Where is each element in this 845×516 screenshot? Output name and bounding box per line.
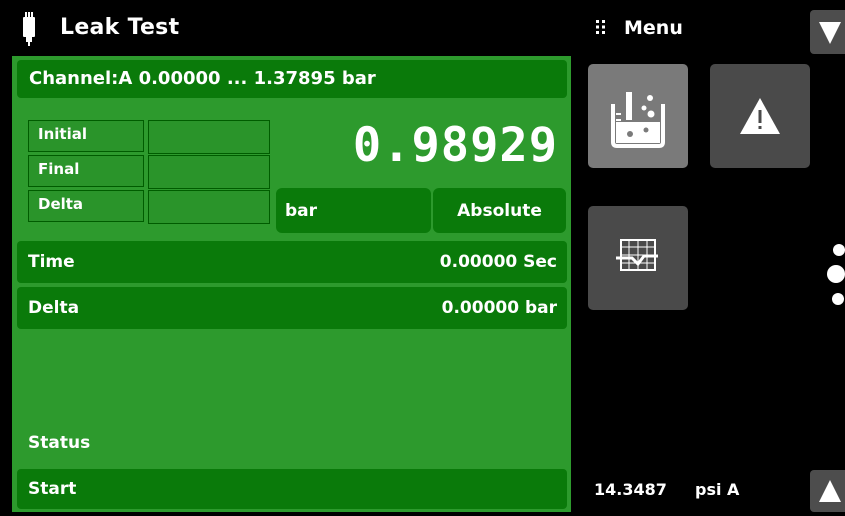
scroll-down-button[interactable] [810,10,845,54]
time-value: 0.00000 Sec [439,252,557,272]
unit-label: bar [285,201,318,221]
alarm-tile[interactable] [710,64,810,168]
triangle-up-icon [819,480,841,502]
chart-icon [616,239,658,271]
menu-button[interactable]: Menu [624,17,683,39]
page-dot[interactable] [833,244,845,256]
mode-button[interactable]: Absolute [433,188,566,233]
triangle-down-icon [819,22,841,44]
barometer-unit: psi A [695,480,740,499]
delta-row[interactable]: Delta 0.00000 bar [17,287,567,329]
warning-icon [740,98,780,134]
time-row[interactable]: Time 0.00000 Sec [17,241,567,283]
transducer-icon [23,12,35,46]
final-label: Final [28,155,144,187]
page-dot[interactable] [832,293,844,305]
barometer-value: 14.3487 [594,480,667,499]
delta-label: Delta [28,190,144,222]
status-label: Status [28,433,91,453]
page-dot-active[interactable] [827,265,845,283]
start-label: Start [28,479,77,499]
time-label: Time [28,252,75,272]
chart-tile[interactable] [588,206,688,310]
delta-value [148,190,270,224]
mode-label: Absolute [457,201,542,221]
channel-row[interactable]: Channel:A 0.00000 ... 1.37895 bar [17,60,567,98]
initial-value [148,120,270,154]
initial-label: Initial [28,120,144,152]
page-title: Leak Test [60,15,180,40]
delta-row-value: 0.00000 bar [441,298,557,318]
unit-button[interactable]: bar [276,188,431,233]
leak-test-icon [611,92,665,148]
channel-label: Channel:A 0.00000 ... 1.37895 bar [29,68,376,89]
start-button[interactable]: Start [17,469,567,509]
final-value [148,155,270,189]
leak-test-tile[interactable] [588,64,688,168]
scroll-up-button[interactable] [810,470,845,512]
delta-row-label: Delta [28,298,80,318]
grip-icon[interactable] [595,19,607,35]
pressure-reading: 0.98929 [352,118,558,173]
